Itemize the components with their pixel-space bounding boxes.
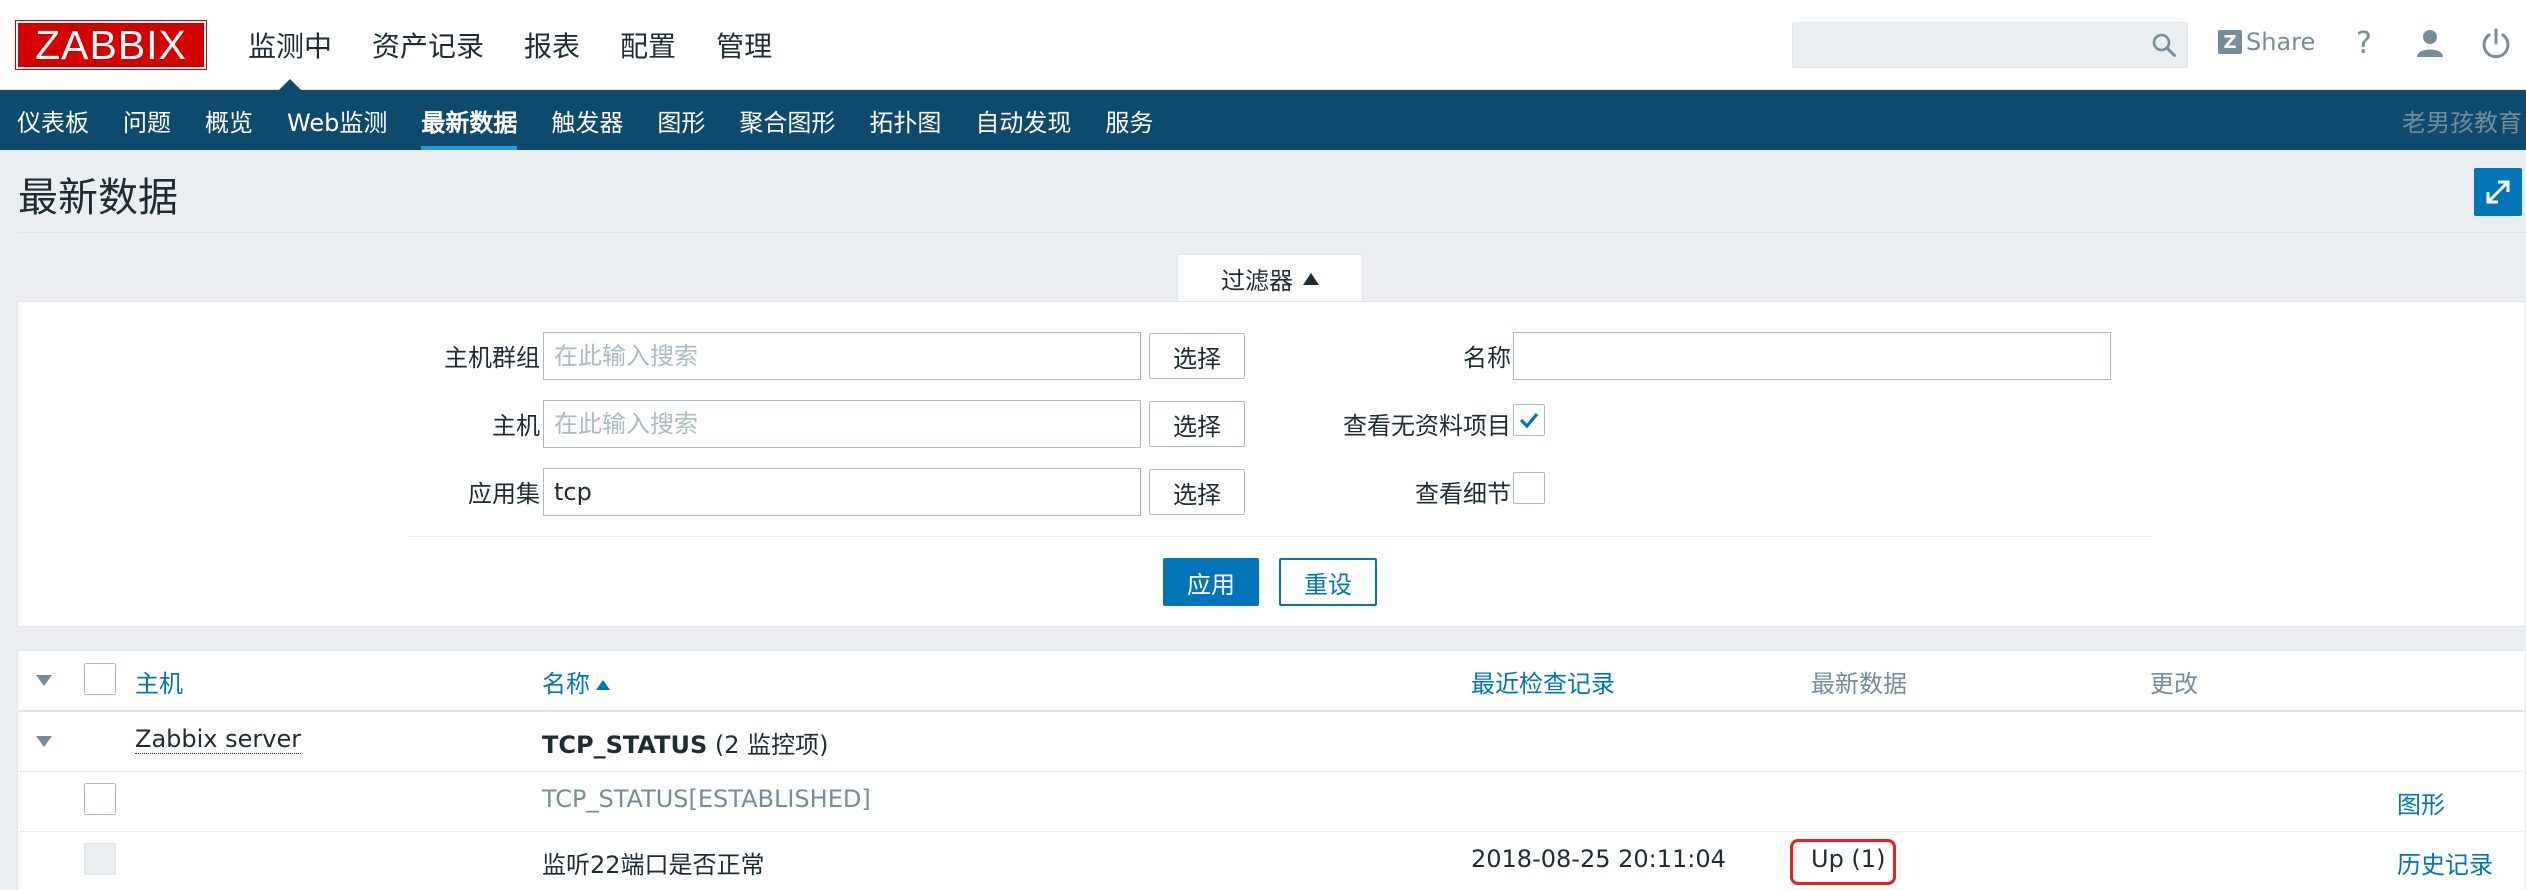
column-header-name-label: 名称 [542,670,590,698]
table-row-host: Zabbix server [135,725,302,754]
show-details-checkbox[interactable] [1513,472,1545,504]
item-name: TCP_STATUS[ESTABLISHED] [542,785,871,813]
hosts-label: 主机 [492,412,540,440]
zabbix-share-icon: Z [2218,30,2242,54]
checkmark-icon [1519,412,1539,429]
row-divider [18,831,2526,832]
sort-ascending-icon [596,680,610,690]
column-header-name[interactable]: 名称 [542,664,610,699]
host-groups-select-button[interactable]: 选择 [1149,333,1245,379]
sub-menu-triggers[interactable]: 触发器 [534,90,640,150]
search-input[interactable] [1793,23,2133,67]
item-name: 监听22端口是否正常 [542,851,765,879]
name-label: 名称 [1463,344,1511,372]
show-without-data-label: 查看无资料项目 [1343,412,1511,440]
application-group: TCP_STATUS (2 监控项) [542,725,829,760]
sub-menu-overview[interactable]: 概览 [188,90,270,150]
sub-menu-dashboard[interactable]: 仪表板 [0,90,106,150]
collapse-all-caret-icon[interactable] [36,675,52,686]
share-label: Share [2246,28,2316,56]
fullscreen-button[interactable] [2474,168,2522,216]
collapse-host-caret-icon[interactable] [36,736,52,747]
title-divider [17,232,2526,233]
caret-up-icon [1303,272,1319,285]
application-input[interactable] [543,468,1141,516]
latest-data-table: 主机 名称 最近检查记录 最新数据 更改 Zabbix server TCP_S… [17,650,2526,890]
search-icon[interactable] [2151,32,2177,58]
filter-panel: 主机群组 选择 主机 选择 应用集 选择 名称 查看无资料项目 查看细节 应用 … [17,301,2526,627]
sub-menu-discovery[interactable]: 自动发现 [958,90,1088,150]
annotation-highlight-box [1790,839,1896,885]
top-header: ZABBIX 监测中 资产记录 报表 配置 管理 Z Share ? [0,0,2526,91]
hosts-input[interactable] [543,400,1141,448]
item-history-link[interactable]: 历史记录 [2397,845,2493,880]
sub-menu-maps[interactable]: 拓扑图 [852,90,958,150]
filter-divider [408,536,2152,537]
filter-tab[interactable]: 过滤器 [1177,254,1363,302]
column-header-last-check[interactable]: 最近检查记录 [1471,664,1615,699]
sub-menu: 仪表板 问题 概览 Web监测 最新数据 触发器 图形 聚合图形 拓扑图 自动发… [0,90,1170,150]
item-graph-link[interactable]: 图形 [2397,785,2445,820]
column-header-host[interactable]: 主机 [135,664,183,699]
application-label: 应用集 [468,480,540,508]
item-last-check: 2018-08-25 20:11:04 [1471,845,1726,873]
hosts-select-button[interactable]: 选择 [1149,401,1245,447]
sub-menu-bar: 仪表板 问题 概览 Web监测 最新数据 触发器 图形 聚合图形 拓扑图 自动发… [0,90,2526,150]
sub-menu-screens[interactable]: 聚合图形 [722,90,852,150]
host-groups-label: 主机群组 [444,344,540,372]
application-item-count: (2 监控项) [714,731,829,759]
column-header-change: 更改 [2150,670,2198,698]
sign-out-icon[interactable] [2478,26,2514,62]
host-groups-input[interactable] [543,332,1141,380]
sub-menu-graphs[interactable]: 图形 [640,90,722,150]
sub-menu-services[interactable]: 服务 [1088,90,1170,150]
sub-menu-web[interactable]: Web监测 [270,90,404,150]
global-search [1792,22,2188,68]
item-checkbox[interactable] [84,783,116,815]
header-divider [18,710,2526,712]
main-menu: 监测中 资产记录 报表 配置 管理 [228,0,792,91]
main-menu-monitoring[interactable]: 监测中 [228,0,352,91]
application-name: TCP_STATUS [542,731,708,759]
main-menu-configuration[interactable]: 配置 [600,0,696,90]
name-input[interactable] [1513,332,2111,380]
main-menu-administration[interactable]: 管理 [696,0,792,90]
show-details-label: 查看细节 [1415,480,1511,508]
share-button[interactable]: Z Share [2218,28,2315,56]
zabbix-logo[interactable]: ZABBIX [15,20,207,70]
host-link[interactable]: Zabbix server [135,725,302,754]
apply-button[interactable]: 应用 [1163,558,1259,606]
fullscreen-icon [2486,180,2510,204]
help-icon[interactable]: ? [2346,26,2382,62]
main-menu-reports[interactable]: 报表 [504,0,600,90]
application-select-button[interactable]: 选择 [1149,469,1245,515]
filter-tab-label: 过滤器 [1221,267,1293,295]
user-profile-icon[interactable] [2412,26,2448,62]
select-all-checkbox[interactable] [84,663,116,695]
sub-menu-latest-data[interactable]: 最新数据 [404,90,534,150]
item-checkbox[interactable] [84,843,116,875]
reset-button[interactable]: 重设 [1279,558,1377,606]
row-divider [18,771,2526,772]
sub-menu-problems[interactable]: 问题 [106,90,188,150]
column-header-last-value: 最新数据 [1811,670,1907,698]
show-without-data-checkbox[interactable] [1513,404,1545,436]
server-name: 老男孩教育 [2402,108,2522,137]
main-menu-inventory[interactable]: 资产记录 [352,0,504,90]
page-title: 最新数据 [18,175,178,221]
